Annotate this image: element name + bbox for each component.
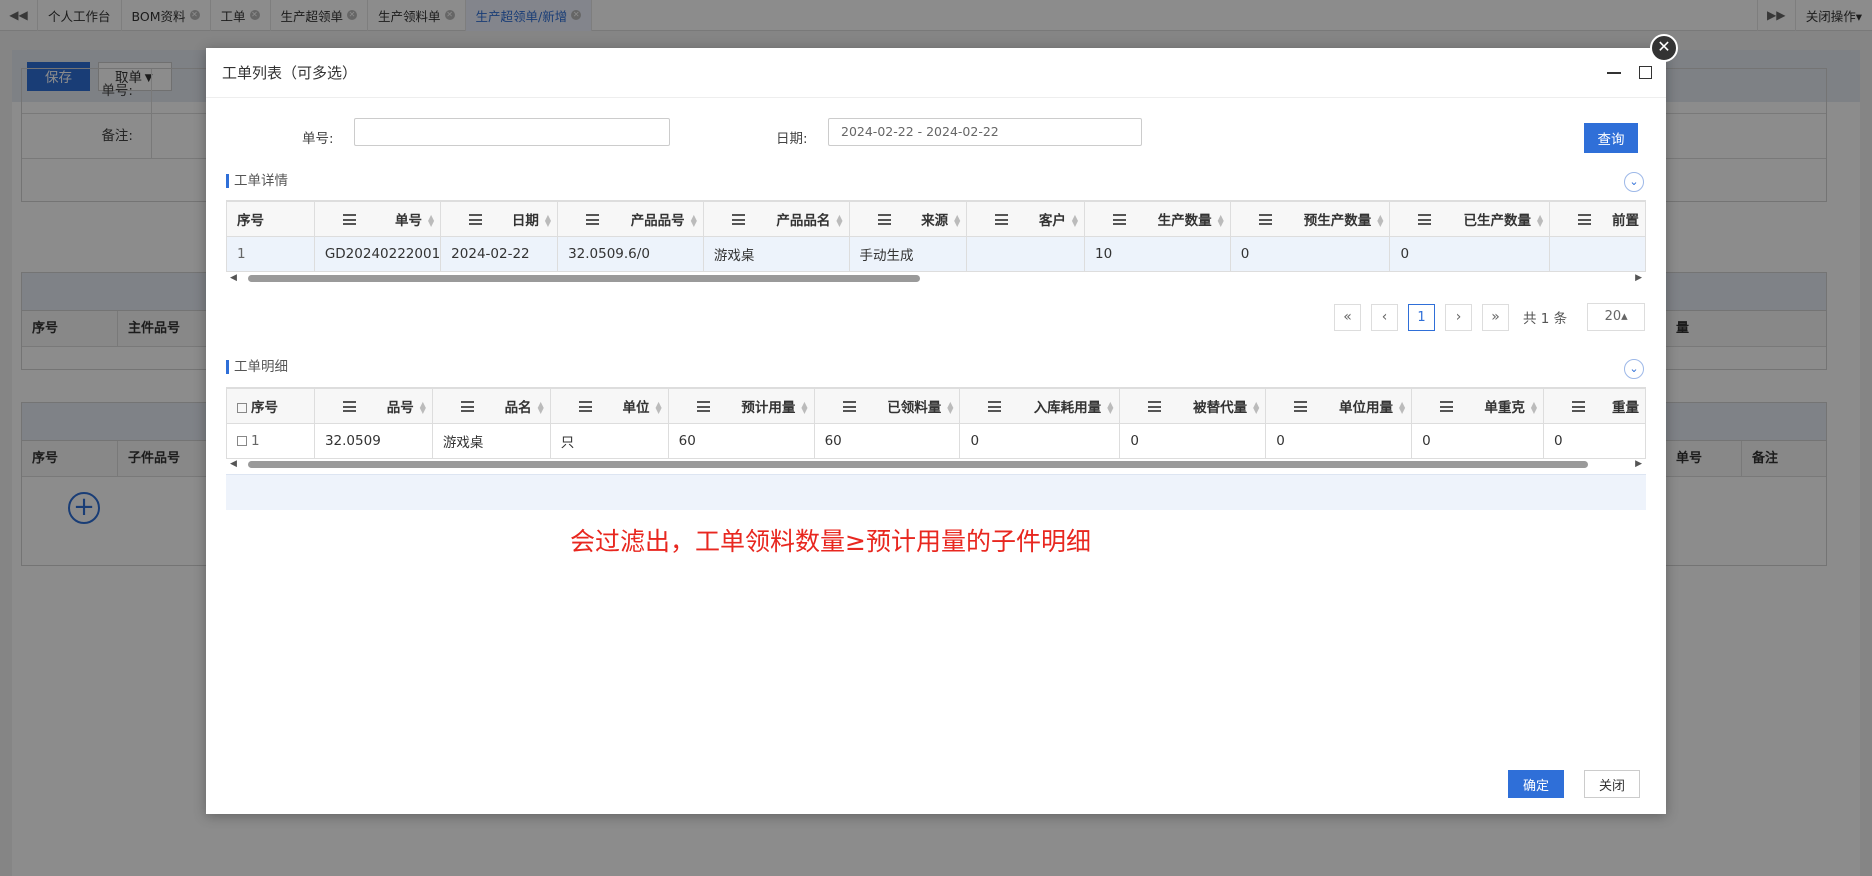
confirm-button[interactable]: 确定	[1508, 770, 1564, 798]
cell: 0	[1389, 236, 1551, 272]
cell: 游戏桌	[431, 423, 551, 459]
cell: GD20240222001	[313, 236, 442, 272]
column-header-index: 序号	[226, 201, 315, 237]
cell: 游戏桌	[702, 236, 850, 272]
cell	[1549, 236, 1646, 272]
cell[interactable]: 1	[226, 423, 315, 459]
column-header[interactable]: 品号 ▲ ▼	[313, 388, 433, 424]
column-header[interactable]: 产品品名 ▲ ▼	[702, 201, 850, 237]
column-header[interactable]: 品名 ▲ ▼	[431, 388, 551, 424]
column-header[interactable]: 日期 ▲ ▼	[440, 201, 559, 237]
row-checkbox[interactable]	[237, 436, 247, 446]
cell: 60	[813, 423, 961, 459]
cell: 2024-02-22	[440, 236, 559, 272]
scroll-left-icon[interactable]: ◀	[230, 273, 237, 283]
scrollbar-thumb[interactable]	[248, 275, 920, 282]
work-order-dialog: 工单列表（可多选） ✕ 单号: 日期: 2024-02-22 - 2024-02…	[206, 34, 1678, 814]
column-header[interactable]: 单重克 ▲ ▼	[1411, 388, 1545, 424]
table-row[interactable]: 1 32.0509 游戏桌 只 60 60 0 0 0 0 0	[226, 423, 1646, 459]
column-header[interactable]: 预计用量 ▲ ▼	[667, 388, 815, 424]
column-header[interactable]: 入库耗用量 ▲ ▼	[959, 388, 1121, 424]
cell: 只	[549, 423, 669, 459]
column-header[interactable]: 已领料量 ▲ ▼	[813, 388, 961, 424]
search-bar: 单号: 日期: 2024-02-22 - 2024-02-22	[206, 118, 1666, 152]
last-page-button[interactable]: »	[1482, 303, 1509, 331]
column-header[interactable]: 单位用量 ▲ ▼	[1265, 388, 1413, 424]
maximize-icon[interactable]	[1639, 66, 1652, 79]
cell: 0	[1119, 423, 1267, 459]
table-row[interactable]: 1 GD20240222001 2024-02-22 32.0509.6/0 游…	[226, 236, 1646, 272]
collapse-icon[interactable]: ⌄	[1624, 172, 1644, 192]
column-header-index[interactable]: 序号	[226, 388, 315, 424]
column-header[interactable]: 单号 ▲ ▼	[313, 201, 442, 237]
cell: 0	[1229, 236, 1391, 272]
cell: 32.0509	[313, 423, 433, 459]
section-title-detail: 工单详情	[226, 174, 288, 188]
cell: 0	[1411, 423, 1545, 459]
column-header[interactable]: 来源 ▲ ▼	[848, 201, 968, 237]
column-header[interactable]: 单位 ▲ ▼	[549, 388, 669, 424]
total-count: 共 1 条	[1523, 311, 1568, 327]
annotation-text: 会过滤出，工单领料数量≥预计用量的子件明细	[570, 527, 1091, 556]
column-header[interactable]: 被替代量 ▲ ▼	[1119, 388, 1267, 424]
close-icon[interactable]: ✕	[1650, 34, 1678, 62]
collapse-icon[interactable]: ⌄	[1624, 359, 1644, 379]
cell: 0	[1543, 423, 1646, 459]
column-header[interactable]: 重量	[1543, 388, 1646, 424]
column-header[interactable]: 产品品号 ▲ ▼	[557, 201, 704, 237]
cell: 0	[959, 423, 1121, 459]
cell: 0	[1265, 423, 1413, 459]
page-size-select[interactable]: 20▴	[1587, 303, 1646, 331]
order-no-label: 单号:	[302, 131, 334, 147]
horizontal-scrollbar[interactable]: ◀ ▶	[226, 458, 1646, 470]
column-header[interactable]: 预生产数量 ▲ ▼	[1229, 201, 1391, 237]
page-number-button[interactable]: 1	[1408, 303, 1435, 331]
scrollbar-thumb[interactable]	[248, 461, 1588, 468]
query-button[interactable]: 查询	[1584, 123, 1638, 153]
column-header[interactable]: 客户 ▲ ▼	[966, 201, 1086, 237]
cell: 1	[226, 236, 315, 272]
cell: 60	[667, 423, 815, 459]
work-order-items-grid: 序号 品号 ▲ ▼ 品名 ▲ ▼ 单位 ▲ ▼ 预计用量 ▲ ▼ 已领料量 ▲ ▼ 入库耗用量 ▲ ▼ …	[226, 387, 1646, 459]
work-order-detail-grid: 序号 单号 ▲ ▼ 日期 ▲ ▼ 产品品号 ▲ ▼ 产品品名 ▲ ▼ 来源 ▲ ▼ 客户 ▲ ▼ 生产数…	[226, 200, 1646, 272]
first-page-button[interactable]: «	[1334, 303, 1361, 331]
cell: 手动生成	[848, 236, 968, 272]
dialog-title: 工单列表（可多选）	[222, 64, 358, 82]
scroll-right-icon[interactable]: ▶	[1635, 459, 1642, 469]
select-all-checkbox[interactable]	[237, 403, 247, 413]
pagination: « ‹ 1 › » 共 1 条 20▴	[1334, 303, 1646, 331]
close-button[interactable]: 关闭	[1584, 770, 1640, 798]
scroll-left-icon[interactable]: ◀	[230, 459, 237, 469]
dialog-header: 工单列表（可多选）	[206, 48, 1666, 98]
column-header[interactable]: 前置	[1549, 201, 1646, 237]
prev-page-button[interactable]: ‹	[1371, 303, 1398, 331]
cell	[966, 236, 1086, 272]
cell: 10	[1084, 236, 1231, 272]
order-no-input[interactable]	[354, 118, 670, 146]
scroll-right-icon[interactable]: ▶	[1635, 273, 1642, 283]
column-header[interactable]: 生产数量 ▲ ▼	[1084, 201, 1231, 237]
grid-footer-band	[226, 474, 1646, 510]
section-title-items: 工单明细	[226, 360, 288, 374]
minimize-icon[interactable]	[1607, 71, 1621, 74]
horizontal-scrollbar[interactable]: ◀ ▶	[226, 272, 1646, 284]
column-header[interactable]: 已生产数量 ▲ ▼	[1389, 201, 1551, 237]
date-label: 日期:	[776, 131, 808, 147]
next-page-button[interactable]: ›	[1445, 303, 1472, 331]
date-range-input[interactable]: 2024-02-22 - 2024-02-22	[828, 118, 1142, 146]
dialog-footer: 确定 关闭	[1508, 770, 1640, 798]
cell: 32.0509.6/0	[557, 236, 704, 272]
